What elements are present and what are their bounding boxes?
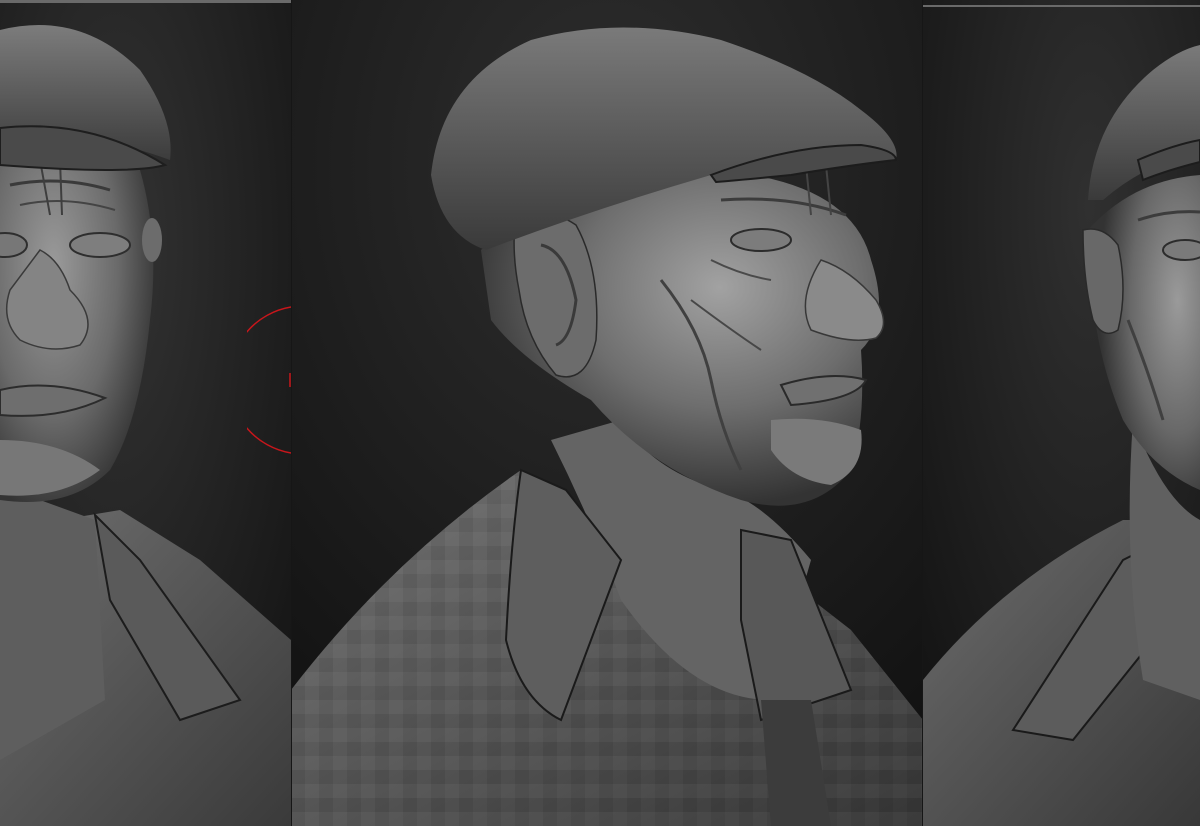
view-panel-three-quarter[interactable] (291, 0, 923, 826)
three-quarter-view-render (291, 0, 923, 826)
view-panel-three-quarter-cropped[interactable] (923, 0, 1200, 826)
brush-cursor-icon[interactable] (247, 305, 291, 455)
viewport-top-edge (923, 5, 1200, 7)
sculpt-viewport[interactable] (0, 0, 1200, 826)
viewport-top-edge (0, 0, 291, 3)
panel-divider (922, 0, 923, 826)
cropped-view-render (923, 0, 1200, 826)
panel-divider (291, 0, 292, 826)
